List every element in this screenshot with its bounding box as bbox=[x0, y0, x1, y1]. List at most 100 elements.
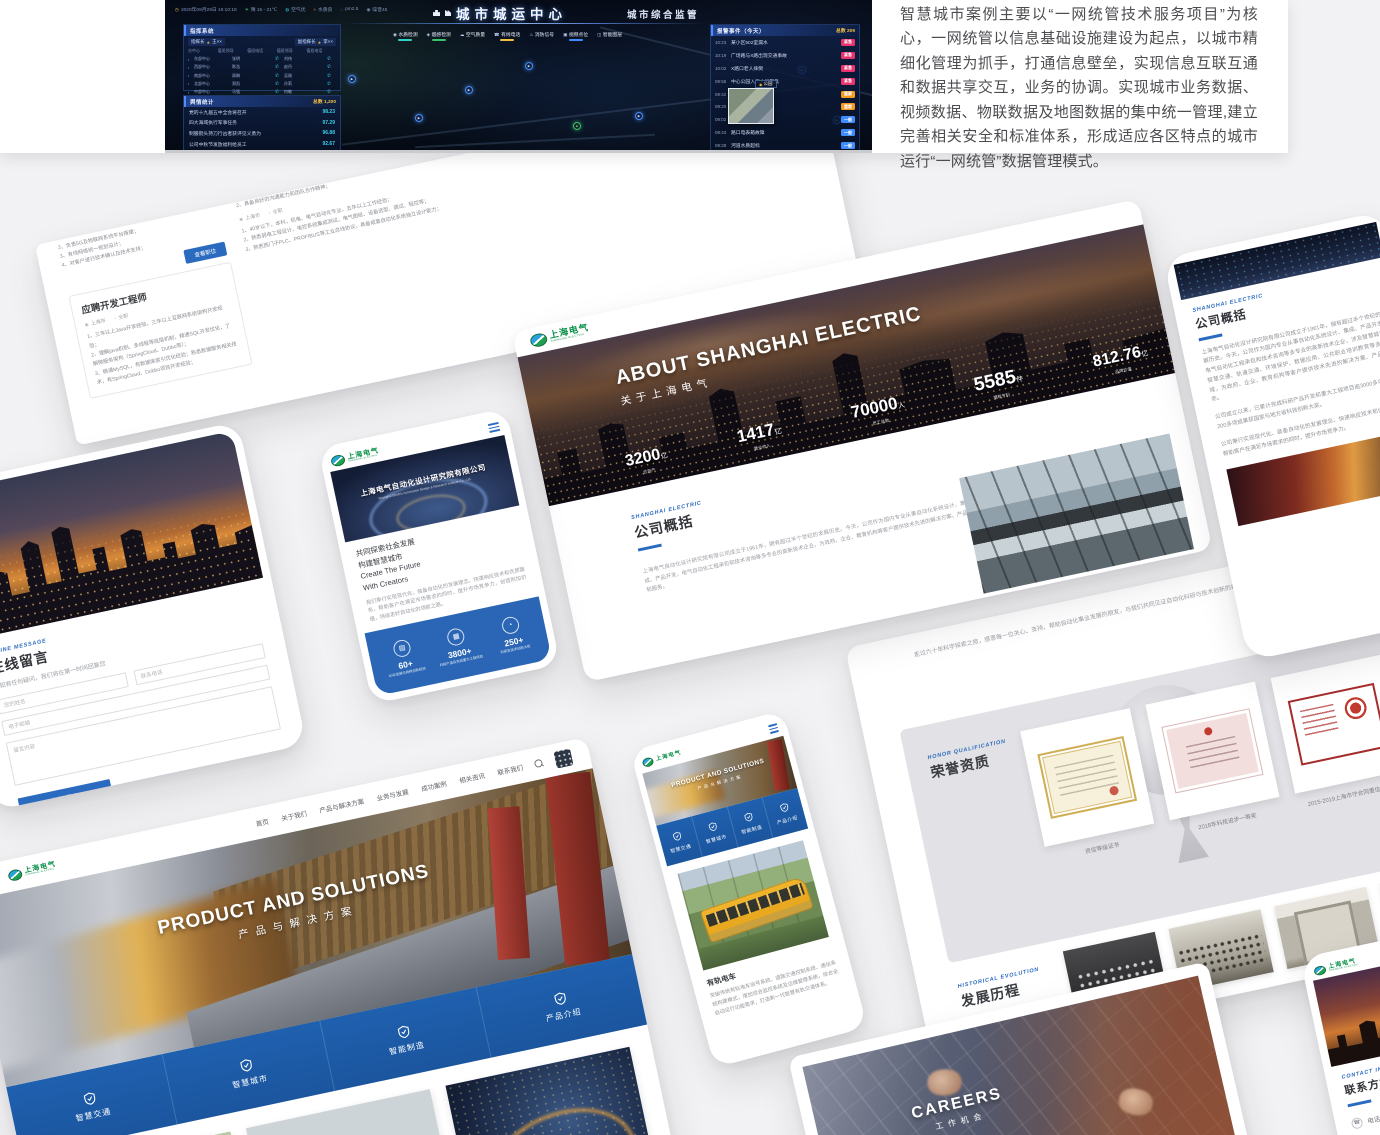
alarm-level-badge: 一般 bbox=[841, 129, 855, 136]
category-label: 产品介绍 bbox=[776, 814, 798, 826]
status-icon: ≈ bbox=[314, 7, 316, 12]
column-header: 值班电话 bbox=[306, 48, 336, 54]
category-label: 智慧城市 bbox=[231, 1072, 269, 1090]
alarm-row[interactable]: 10:23 某小区502室漏水 紧急 bbox=[711, 36, 859, 49]
status-segment: ◷ 2020年09月29日 16:10:18 bbox=[175, 6, 237, 13]
duty-lead: 孙莉 bbox=[284, 81, 322, 87]
phone-icon[interactable]: ✆ bbox=[322, 56, 336, 62]
alarm-time: 09:55 bbox=[715, 79, 728, 84]
phone-icon[interactable]: ✆ bbox=[322, 73, 336, 79]
nav-item[interactable]: 产品与解决方案 bbox=[318, 796, 365, 815]
legend-icon: ♨ bbox=[529, 32, 533, 38]
alarm-text: 广场路与X路出现交通事故 bbox=[731, 52, 838, 59]
opinion-list: 党的十九届五中全会将召开 98.23 四大海域执行军事任务 97.29 制服街头… bbox=[184, 107, 340, 149]
dashboard-subtitle: 城市综合监管 bbox=[627, 7, 699, 21]
certificate-card[interactable]: 2015-2019上海市守合同重信用企业 bbox=[1271, 655, 1380, 810]
certificate-card[interactable]: 资信等级证书 bbox=[1020, 708, 1158, 863]
command-table-body: ▪ 东部中心 张明 ✆ 刘伟 ✆ ▪ 西部中心 陈浩 bbox=[188, 55, 336, 96]
case-description-text: 智慧城市案例主要以“一网统管技术服务项目”为核心，一网统管以信息基础设施建设为起… bbox=[900, 3, 1258, 174]
phone-icon[interactable]: ✆ bbox=[270, 81, 284, 87]
nav-item[interactable]: 相关资讯 bbox=[458, 770, 486, 785]
nav-item[interactable]: 联系我们 bbox=[496, 762, 524, 777]
hamburger-menu-icon[interactable] bbox=[488, 422, 501, 432]
nav-item[interactable]: 关于我们 bbox=[280, 808, 308, 823]
opinion-text: 制服街头持刀行凶者获评见义勇为 bbox=[189, 130, 261, 137]
portfolio-canvas: 2、负责5G及物联网系统平台搭建；3、有线网络统一规划设计；4、对客户进行技术确… bbox=[0, 0, 1380, 1135]
duty-lead: 赵丹 bbox=[284, 64, 322, 70]
location-pin-icon: ◉ bbox=[84, 322, 89, 328]
stat-item: ▦ 3800+ 科研产品及完成重大工程项目 bbox=[429, 623, 487, 669]
job-type: 全职 bbox=[272, 208, 283, 216]
alarm-level-badge: 一般 bbox=[841, 142, 855, 149]
message-form: 立即提交 bbox=[0, 643, 287, 811]
legend-item[interactable]: ▣ 视频点位 bbox=[563, 31, 588, 41]
camera-map-marker[interactable]: ▶ bbox=[415, 114, 423, 122]
stat-icon: ◔ bbox=[500, 615, 520, 635]
phone-icon[interactable]: ✆ bbox=[322, 81, 336, 87]
legend-item[interactable]: ☎ 有线电话 bbox=[494, 31, 520, 41]
duty-lead: 刘伟 bbox=[284, 56, 322, 62]
legend-item[interactable]: ♨ 消防信号 bbox=[529, 31, 554, 41]
phone-icon[interactable]: ✆ bbox=[322, 64, 336, 70]
hamburger-menu-icon[interactable] bbox=[768, 723, 779, 733]
status-segment: ◌ pm2.5 bbox=[340, 6, 358, 13]
role-chip: 指挥长 ★ 王×× bbox=[188, 38, 225, 46]
phone-product-mockup: 上海电气 PRODUCT AND SOLUTIONS 产品与解决方案 智慧交通 bbox=[630, 710, 868, 1068]
legend-item[interactable]: ◈ 烟感检测 bbox=[427, 31, 451, 41]
camera-map-marker[interactable]: ▶ bbox=[525, 62, 533, 70]
status-icon: ☀ bbox=[245, 7, 249, 13]
legend-item[interactable]: ◫ 智能图层 bbox=[597, 31, 622, 41]
opinion-row[interactable]: 党的十九届五中全会将召开 98.23 bbox=[184, 107, 340, 118]
status-text: 水质良 bbox=[318, 6, 332, 13]
opinion-row[interactable]: 制服街头持刀行凶者获评见义勇为 96.88 bbox=[184, 128, 340, 139]
search-icon[interactable] bbox=[534, 758, 545, 769]
phone-icon[interactable]: ✆ bbox=[270, 73, 284, 79]
opinion-value: 96.88 bbox=[322, 130, 335, 136]
opinion-value: 92.67 bbox=[322, 141, 335, 147]
role-label: 指挥长 bbox=[191, 39, 205, 45]
certificate-card[interactable]: 2018年科技进步一等奖 bbox=[1145, 682, 1283, 837]
nav-item[interactable]: 成功案例 bbox=[420, 778, 448, 793]
command-table-row: ▪ 西部中心 陈浩 ✆ 赵丹 ✆ bbox=[188, 63, 336, 71]
camera-map-marker[interactable]: ▶ bbox=[348, 75, 356, 83]
column-header: 分中心 bbox=[188, 48, 218, 54]
profile-paragraphs: 上海电气自动化设计研究院有限公司成立于1961年，拥有超过半个世纪的发展历史。今… bbox=[1201, 309, 1380, 460]
status-icon: ◌ bbox=[340, 7, 343, 12]
nav-item[interactable]: 首页 bbox=[255, 816, 270, 828]
alarm-time: 10:23 bbox=[715, 40, 728, 45]
certificates-row: 资信等级证书 2018年科技进步一等奖 2015-2019上海市守合同重信用企业 bbox=[1020, 628, 1380, 863]
phone-icon[interactable]: ✆ bbox=[270, 64, 284, 70]
status-segment: ◍ 空气优 bbox=[285, 6, 305, 13]
alarm-row[interactable]: 08:43 路口电表箱故障 一般 bbox=[711, 126, 859, 139]
phone-icon[interactable]: ✆ bbox=[270, 56, 284, 62]
park-map-marker[interactable]: ● bbox=[573, 122, 581, 130]
panel-title: 报警事件（今天） bbox=[717, 27, 765, 35]
alarm-row[interactable]: 10:02 X路口老人摔倒 紧急 bbox=[711, 62, 859, 75]
opinion-row[interactable]: 四大海域执行军事任务 97.29 bbox=[184, 118, 340, 129]
alarm-row[interactable]: 10:19 广场路与X路出现交通事故 紧急 bbox=[711, 49, 859, 62]
category-label: 智能制造 bbox=[741, 823, 763, 835]
alarm-text: 中心公园入口人员聚集 bbox=[731, 78, 838, 85]
camera-map-marker[interactable]: ▶ bbox=[465, 86, 473, 94]
job-card-electrical[interactable]: 2、具备良好的沟通能力和团队合作精神； ◉ 上海市 ◔ 全职 1、40岁以下，本… bbox=[236, 157, 462, 256]
alarm-row[interactable]: 09:55 中心公园入口人员聚集 紧急 bbox=[711, 75, 859, 88]
legend-underline bbox=[535, 39, 549, 41]
legend-item[interactable]: ☁ 空气质量 bbox=[460, 31, 485, 41]
camera-map-marker[interactable]: ▶ bbox=[635, 112, 643, 120]
apps-grid-button[interactable] bbox=[553, 748, 573, 768]
nav-item[interactable]: 业务与发展 bbox=[376, 786, 410, 803]
star-icon: ★ bbox=[207, 40, 211, 45]
legend-item[interactable]: ◉ 水质检测 bbox=[393, 31, 418, 41]
category-icon bbox=[239, 1057, 254, 1072]
column-header: 值班领导 bbox=[218, 48, 248, 54]
duty-lead: 周琳 bbox=[232, 73, 270, 79]
view-job-button[interactable]: 查看职位 bbox=[183, 242, 227, 264]
legend-label: 空气质量 bbox=[466, 31, 485, 38]
map-photo-popup[interactable] bbox=[728, 88, 774, 124]
opinion-row[interactable]: 公司中秋节发放福利给员工 92.67 bbox=[184, 139, 340, 150]
submit-button[interactable]: 立即提交 bbox=[18, 779, 113, 811]
alarm-row[interactable]: 08:28 河道水质超标 一般 bbox=[711, 139, 859, 152]
opinion-text: 四大海域执行军事任务 bbox=[189, 119, 237, 126]
alarm-time: 10:02 bbox=[715, 66, 728, 71]
map-legend: ◉ 水质检测 ◈ 烟感检测 bbox=[393, 31, 622, 41]
